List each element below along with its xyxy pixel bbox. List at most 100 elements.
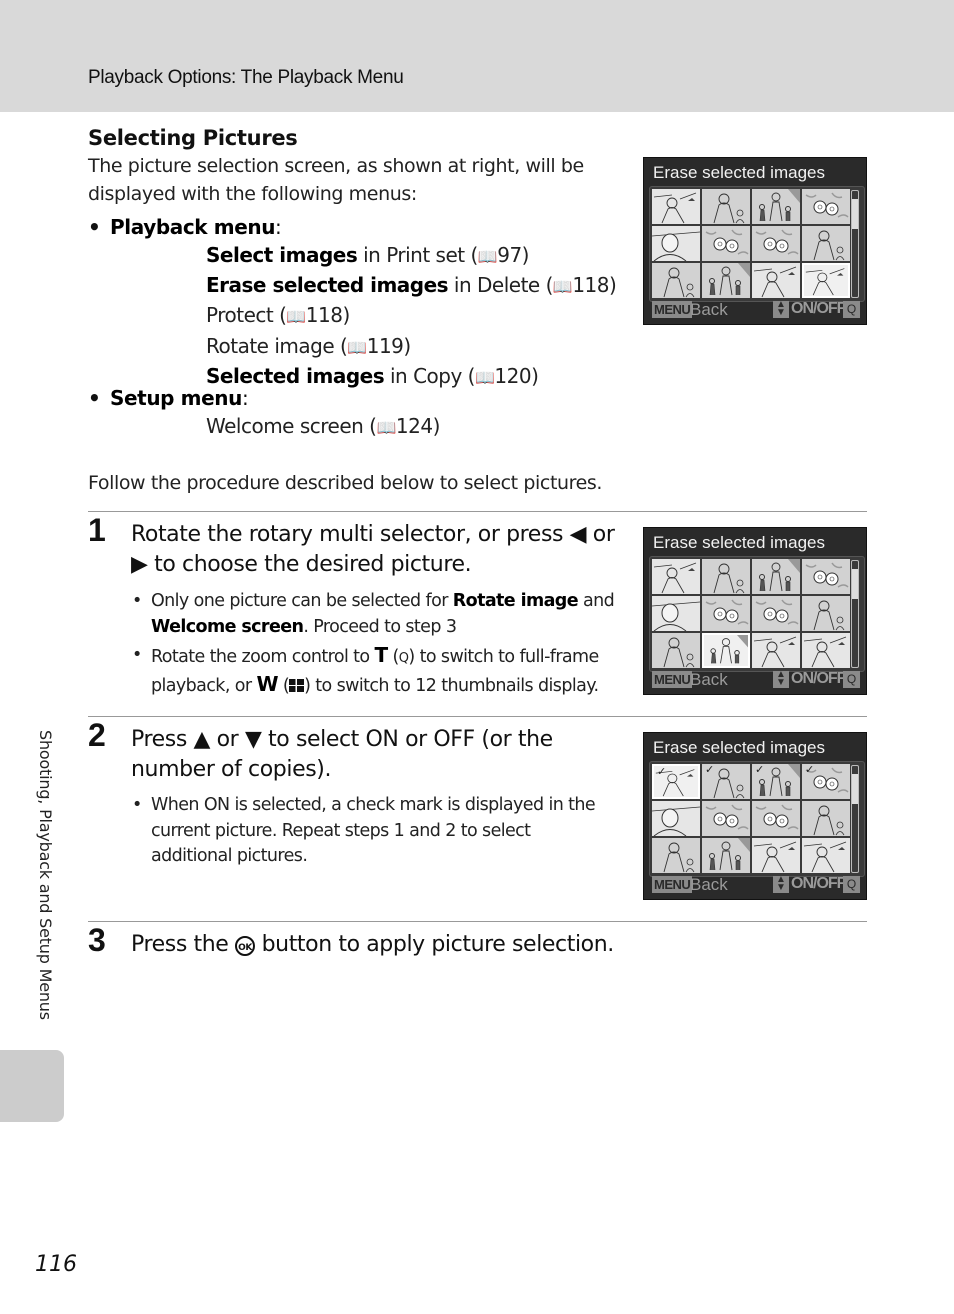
title-text: to choose the desired picture. <box>147 552 472 577</box>
menu-item: Welcome screen (📖124) <box>206 412 440 442</box>
title-text: button to apply picture selection. <box>255 932 615 957</box>
item-bold: Erase selected images <box>206 273 449 298</box>
thumbnail-image <box>805 192 849 218</box>
left-arrow-icon: ◀ <box>569 522 587 547</box>
thumbnail-woman-child[interactable] <box>802 596 850 631</box>
thumbnail-woman-child[interactable] <box>802 226 850 261</box>
thumbnail-woman-boat[interactable] <box>802 838 850 873</box>
thumbnail-image <box>813 600 845 631</box>
thumbnail-flowers[interactable] <box>802 189 850 224</box>
on-off-label: ON/OFF <box>791 875 846 892</box>
scrollbar-thumb[interactable] <box>852 774 858 804</box>
item-text: in Delete ( <box>448 273 553 298</box>
menu-item: Erase selected images in Delete (📖118) <box>206 271 617 301</box>
thumbnail-family[interactable] <box>752 559 800 594</box>
thumbnail-flowers[interactable] <box>702 801 750 836</box>
thumbnail-woman-boat[interactable] <box>652 189 700 224</box>
thumbnail-woman-boat[interactable] <box>802 263 850 298</box>
menu-setup: • Setup menu: <box>88 384 249 412</box>
thumbnail-woman-child[interactable] <box>702 559 750 594</box>
thumbnail-image <box>705 599 749 625</box>
step-number: 1 <box>88 512 106 548</box>
thumbnail-flowers[interactable] <box>702 596 750 631</box>
thumbnail-image <box>705 229 749 255</box>
thumbnail-flowers[interactable] <box>752 226 800 261</box>
thumbnail-woman-boat[interactable] <box>752 263 800 298</box>
title-text: Rotate the rotary multi selector, or pre… <box>131 522 570 547</box>
step-bullets: When ON is selected, a check mark is dis… <box>132 793 602 873</box>
thumbnail-woman-child[interactable] <box>652 633 700 668</box>
thumbnail-woman-child[interactable] <box>702 189 750 224</box>
thumbnail-image <box>705 804 749 830</box>
down-arrow-icon: ▼ <box>244 727 262 752</box>
menu-item: Protect (📖118) <box>206 301 616 331</box>
thumbnail-image <box>753 636 797 668</box>
thumbnail-flowers[interactable] <box>702 226 750 261</box>
bullet: • <box>88 215 101 239</box>
thumbnail-flowers[interactable] <box>802 559 850 594</box>
thumbnail-woman-boat[interactable] <box>752 633 800 668</box>
paren: ) <box>403 333 411 358</box>
thumbnail-flowers[interactable] <box>752 596 800 631</box>
item-text: Welcome screen ( <box>206 414 377 438</box>
thumbnail-family[interactable] <box>752 189 800 224</box>
on-off-label: ON/OFF <box>791 670 846 687</box>
right-arrow-icon: ▶ <box>131 552 148 577</box>
scrollbar[interactable] <box>851 765 859 873</box>
paren: ) <box>531 363 539 388</box>
book-reference-icon: 📖 <box>376 418 397 437</box>
item-text: in Copy ( <box>384 363 475 388</box>
thumbnail-woman-boat[interactable]: ✓ <box>652 764 700 799</box>
paren: ) <box>609 273 617 298</box>
thumbnail-portrait[interactable] <box>652 801 700 836</box>
thumbnail-family[interactable]: ✓ <box>752 764 800 799</box>
thumbnail-woman-child[interactable] <box>652 838 700 873</box>
thumbnail-woman-boat[interactable] <box>752 838 800 873</box>
thumbnail-family[interactable] <box>702 263 750 298</box>
thumbnail-image <box>753 841 797 873</box>
scrollbar-thumb[interactable] <box>852 199 858 229</box>
page-number: 116 <box>35 1252 77 1277</box>
text: . Proceed to step 3 <box>303 616 457 637</box>
thumbnail-flowers[interactable] <box>752 801 800 836</box>
thumbnail-woman-child[interactable] <box>802 801 850 836</box>
step-number: 2 <box>88 717 106 753</box>
list-item: Only one picture can be selected for Rot… <box>132 589 622 640</box>
back-label: Back <box>690 875 728 894</box>
on-off-label: ON/OFF <box>791 300 846 317</box>
title-text: or <box>210 727 245 752</box>
thumbnail-woman-child[interactable] <box>652 263 700 298</box>
screen-title: Erase selected images <box>653 738 825 757</box>
thumbnail-family[interactable] <box>702 838 750 873</box>
thumbnail-portrait[interactable] <box>652 226 700 261</box>
thumbnail-grid-frame <box>649 186 865 302</box>
up-down-icon: ▲ ▼ <box>773 300 789 318</box>
thumbnail-image <box>713 193 745 224</box>
step-bullets: Only one picture can be selected for Rot… <box>132 589 622 702</box>
bullet: • <box>88 386 101 410</box>
menu-item: Rotate image (📖119) <box>206 332 616 362</box>
scrollbar-thumb[interactable] <box>852 569 858 599</box>
thumbnail-image <box>713 563 745 594</box>
thumbnail-woman-boat[interactable] <box>652 559 700 594</box>
colon: : <box>275 215 282 239</box>
screen-title: Erase selected images <box>653 163 825 182</box>
thumbnail-image <box>755 229 799 255</box>
scrollbar[interactable] <box>851 560 859 668</box>
scrollbar[interactable] <box>851 190 859 298</box>
thumbnail-grid-frame <box>649 556 865 672</box>
thumbnail-family[interactable] <box>702 633 750 668</box>
check-mark-icon: ✓ <box>805 764 815 776</box>
thumbnail-flowers[interactable]: ✓ <box>802 764 850 799</box>
magnifier-icon: Q <box>398 651 409 666</box>
back-label: Back <box>690 300 728 319</box>
thumbnail-woman-child[interactable]: ✓ <box>702 764 750 799</box>
menu-item: Selected images in Copy (📖120) <box>206 362 616 392</box>
text: ( <box>277 675 290 696</box>
page-header: Playback Options: The Playback Menu <box>0 0 954 112</box>
step-number: 3 <box>88 922 106 958</box>
book-reference-icon: 📖 <box>474 367 495 387</box>
thumbnail-woman-boat[interactable] <box>802 633 850 668</box>
thumbnail-portrait[interactable] <box>652 596 700 631</box>
thumbnail-image <box>709 263 750 296</box>
